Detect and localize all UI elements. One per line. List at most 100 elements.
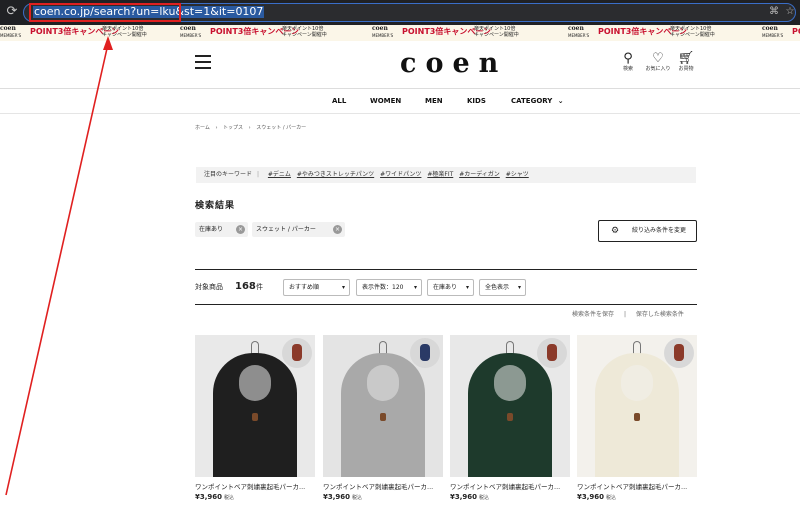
caret-down-icon: ▾ (465, 284, 469, 291)
bear-emblem (634, 413, 640, 421)
extension-icon[interactable]: ⌘ (768, 6, 780, 18)
bear-badge-icon (537, 338, 567, 368)
bear-emblem (252, 413, 258, 421)
nav-category[interactable]: CATEGORY ⌄ (511, 97, 564, 106)
site-logo[interactable]: coen (400, 49, 507, 79)
refine-label: 絞り込み条件を変更 (631, 227, 686, 234)
nav-women[interactable]: WOMEN (370, 97, 401, 106)
color-select[interactable]: 全色表示 ▾ (479, 279, 526, 296)
campaign-banner[interactable]: coen MEMBER'S POINT3倍キャンペーン 楽天ポイント10倍 キャンペーン… (0, 25, 800, 41)
count-label: 対象商品 (195, 283, 223, 291)
product-price: ¥3,960 税込 (577, 493, 617, 501)
main-nav: ALL WOMEN MEN KIDS CATEGORY ⌄ (0, 89, 800, 114)
product-name[interactable]: ワンポイントベア刺繍裏起毛パーカ... (450, 483, 570, 492)
cart-icon: 🛒︎ (677, 51, 695, 66)
per-page-select[interactable]: 表示件数：120 ▾ (356, 279, 422, 296)
nav-men[interactable]: MEN (425, 97, 443, 106)
hood-opening (239, 365, 271, 401)
bear-badge-icon (664, 338, 694, 368)
chevron-right-icon: › (248, 125, 251, 131)
banner-note: 楽天ポイント10倍 キャンペーン開催中 (102, 26, 147, 38)
url-highlight-box (29, 3, 181, 22)
hood-opening (367, 365, 399, 401)
filter-chip-stock[interactable]: 在庫あり × (195, 222, 248, 237)
product-image[interactable] (323, 335, 443, 477)
product-name[interactable]: ワンポイントベア刺繍裏起毛パーカ... (577, 483, 697, 492)
banner-note: 楽天ポイント10倍 キャンペーン開催中 (474, 26, 519, 38)
keyword-tag[interactable]: #シャツ (506, 171, 529, 178)
nav-all[interactable]: ALL (332, 97, 346, 106)
product-image[interactable] (450, 335, 570, 477)
sort-select[interactable]: おすすめ順 ▾ (283, 279, 350, 296)
product-card[interactable]: ワンポイントベア刺繍裏起毛パーカ... ¥3,960 税込 (195, 335, 315, 502)
banner-unit[interactable]: coenMEMBER'SPOINT3倍キャンペーン楽天ポイント10倍キャンペーン… (372, 25, 562, 41)
banner-brand-sub: MEMBER'S (0, 33, 22, 38)
breadcrumb-home[interactable]: ホーム (195, 125, 210, 131)
bear-badge-icon (410, 338, 440, 368)
product-name[interactable]: ワンポイントベア刺繍裏起毛パーカ... (323, 483, 443, 492)
divider (195, 304, 697, 305)
keyword-tag[interactable]: #やみつきストレッチパンツ (297, 171, 374, 178)
browser-toolbar: ⟳ coen.co.jp/search?un=lku&st=1&it=0107 … (0, 0, 800, 25)
chevron-down-icon: ⌄ (557, 97, 564, 105)
sliders-icon: ⚙ (611, 226, 620, 236)
keyword-tag[interactable]: #デニム (268, 171, 291, 178)
cart-button[interactable]: 🛒︎ お買物 (671, 51, 701, 73)
keyword-tag[interactable]: #ワイドパンツ (380, 171, 421, 178)
product-price: ¥3,960 税込 (195, 493, 235, 501)
banner-brand: coen (180, 25, 196, 32)
favorites-button[interactable]: ♡ お気に入り (643, 51, 673, 73)
banner-brand: coen (568, 25, 584, 32)
count-unit: 件 (256, 283, 263, 291)
banner-brand-sub: MEMBER'S (372, 33, 394, 38)
product-card[interactable]: ワンポイントベア刺繍裏起毛パーカ... ¥3,960 税込 (577, 335, 697, 502)
bear-emblem (380, 413, 386, 421)
bookmark-star-icon[interactable]: ☆ (784, 6, 796, 18)
chip-label: 在庫あり (199, 226, 224, 233)
close-icon[interactable]: × (333, 225, 342, 234)
saved-conditions-link[interactable]: 保存した検索条件 (636, 311, 684, 318)
banner-unit[interactable]: coenMEMBER'SPOINT3倍キャンペーン楽天ポイント10倍キャンペーン… (762, 25, 800, 41)
close-icon[interactable]: × (236, 225, 245, 234)
nav-kids[interactable]: KIDS (467, 97, 486, 106)
nav-category-label: CATEGORY (511, 97, 553, 105)
bear-badge-icon (282, 338, 312, 368)
banner-note: 楽天ポイント10倍 キャンペーン開催中 (670, 26, 715, 38)
banner-brand: coen (372, 25, 388, 32)
hood-opening (621, 365, 653, 401)
chip-label: スウェット / パーカー (256, 226, 316, 233)
keyword-label: 注目のキーワード (204, 171, 253, 178)
banner-unit[interactable]: coenMEMBER'SPOINT3倍キャンペーン楽天ポイント10倍キャンペーン… (180, 25, 370, 41)
banner-brand: coen (762, 25, 778, 32)
filter-chip-category[interactable]: スウェット / パーカー × (252, 222, 345, 237)
breadcrumb-tops[interactable]: トップス (223, 125, 243, 131)
heart-icon: ♡ (652, 51, 664, 66)
search-icon: ⚲ (623, 51, 633, 66)
keyword-tag[interactable]: #カーディガン (459, 171, 500, 178)
banner-unit[interactable]: coenMEMBER'SPOINT3倍キャンペーン楽天ポイント10倍キャンペーン… (0, 25, 190, 41)
stock-select[interactable]: 在庫あり ▾ (427, 279, 474, 296)
bear-emblem (507, 413, 513, 421)
product-name[interactable]: ワンポイントベア刺繍裏起毛パーカ... (195, 483, 315, 492)
search-button[interactable]: ⚲ 検索 (613, 51, 643, 73)
keyword-strip: 注目のキーワード | #デニム #やみつきストレッチパンツ #ワイドパンツ #極… (196, 167, 696, 183)
product-price: ¥3,960 税込 (450, 493, 490, 501)
caret-down-icon: ▾ (341, 284, 345, 291)
banner-unit[interactable]: coenMEMBER'SPOINT3倍キャンペーン楽天ポイント10倍キャンペーン… (568, 25, 758, 41)
product-image[interactable] (577, 335, 697, 477)
keyword-tag[interactable]: #極楽FIT (427, 171, 453, 178)
banner-brand-sub: MEMBER'S (762, 33, 784, 38)
hamburger-menu-icon[interactable] (195, 55, 211, 69)
reload-icon[interactable]: ⟳ (4, 4, 20, 20)
product-card[interactable]: ワンポイントベア刺繍裏起毛パーカ... ¥3,960 税込 (323, 335, 443, 502)
banner-note: 楽天ポイント10倍 キャンペーン開催中 (282, 26, 327, 38)
breadcrumb: ホーム › トップス › スウェット / パーカー (195, 125, 310, 132)
product-image[interactable] (195, 335, 315, 477)
product-card[interactable]: ワンポイントベア刺繍裏起毛パーカ... ¥3,960 税込 (450, 335, 570, 502)
banner-brand-sub: MEMBER'S (180, 33, 202, 38)
result-count: 168 (235, 281, 256, 292)
save-condition-link[interactable]: 検索条件を保存 (572, 311, 614, 318)
banner-point: POINT3倍キャンペーン (792, 27, 800, 36)
refine-conditions-button[interactable]: ⚙ 絞り込み条件を変更 (598, 220, 697, 242)
save-links: 検索条件を保存 | 保存した検索条件 (572, 311, 684, 319)
